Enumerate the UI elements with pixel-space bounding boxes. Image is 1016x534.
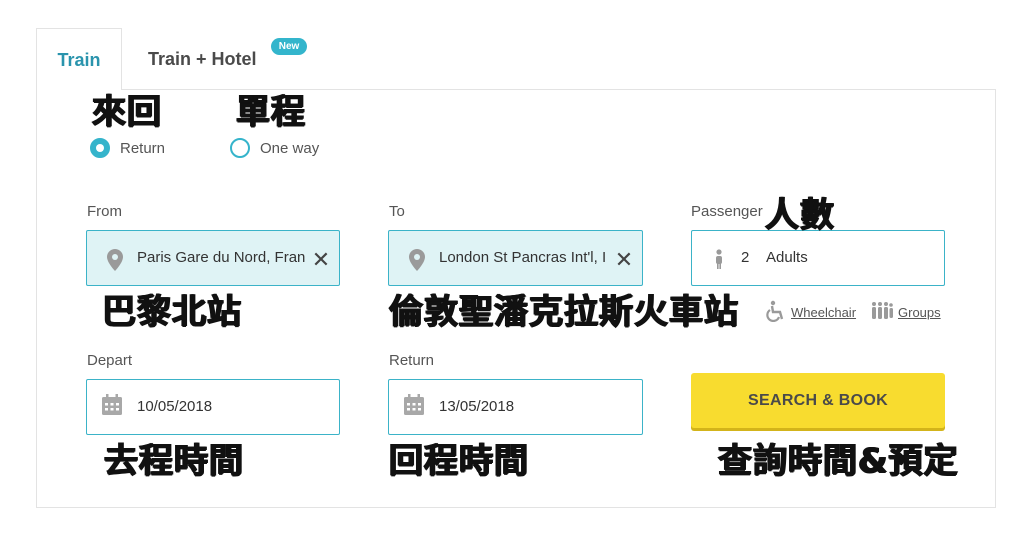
wheelchair-icon[interactable] — [765, 300, 787, 322]
search-book-button[interactable]: SEARCH & BOOK — [691, 373, 945, 428]
tab-train-hotel[interactable]: Train + Hotel — [148, 49, 257, 70]
one-way-radio-label[interactable]: One way — [260, 140, 319, 157]
person-icon — [716, 249, 722, 269]
passenger-field[interactable]: 2 Adults — [691, 230, 945, 286]
depart-date-field[interactable]: 10/05/2018 — [86, 379, 340, 435]
to-value: London St Pancras Int'l, I — [439, 249, 607, 266]
passenger-label: Passenger — [691, 203, 763, 220]
wheelchair-link[interactable]: Wheelchair — [791, 305, 856, 320]
location-pin-icon — [409, 249, 425, 271]
return-date-value: 13/05/2018 — [439, 398, 515, 415]
calendar-icon — [102, 394, 122, 415]
location-pin-icon — [107, 249, 123, 271]
close-icon[interactable]: ✕ — [311, 249, 331, 271]
annotation-depart-time: 去程時間 — [104, 441, 244, 481]
tab-train-label: Train — [57, 50, 101, 70]
tab-train-hotel-label: Train + Hotel — [148, 49, 257, 69]
groups-icon[interactable] — [870, 301, 894, 321]
from-value: Paris Gare du Nord, Fran — [137, 249, 305, 266]
depart-date-value: 10/05/2018 — [137, 398, 213, 415]
annotation-one-way: 單程 — [236, 92, 306, 132]
return-date-field[interactable]: 13/05/2018 — [388, 379, 643, 435]
annotation-return-time: 回程時間 — [389, 441, 529, 481]
return-radio[interactable] — [90, 138, 110, 158]
annotation-paris: 巴黎北站 — [102, 292, 242, 332]
return-date-label: Return — [389, 352, 435, 369]
passenger-count: 2 — [741, 249, 750, 266]
passenger-type: Adults — [766, 249, 808, 266]
new-badge: New — [271, 38, 307, 55]
annotation-people: 人數 — [765, 195, 835, 235]
annotation-search-book: 查詢時間&預定 — [718, 441, 959, 481]
from-label: From — [87, 203, 122, 220]
calendar-icon — [404, 394, 424, 415]
annotation-return: 來回 — [92, 92, 162, 132]
groups-link[interactable]: Groups — [898, 305, 941, 320]
annotation-london: 倫敦聖潘克拉斯火車站 — [389, 292, 739, 332]
depart-label: Depart — [87, 352, 133, 369]
tab-train[interactable]: Train — [36, 28, 122, 90]
from-field[interactable]: Paris Gare du Nord, Fran ✕ — [86, 230, 340, 286]
to-label: To — [389, 203, 405, 220]
close-icon[interactable]: ✕ — [614, 249, 634, 271]
return-radio-label[interactable]: Return — [120, 140, 165, 157]
one-way-radio[interactable] — [230, 138, 250, 158]
to-field[interactable]: London St Pancras Int'l, I ✕ — [388, 230, 643, 286]
